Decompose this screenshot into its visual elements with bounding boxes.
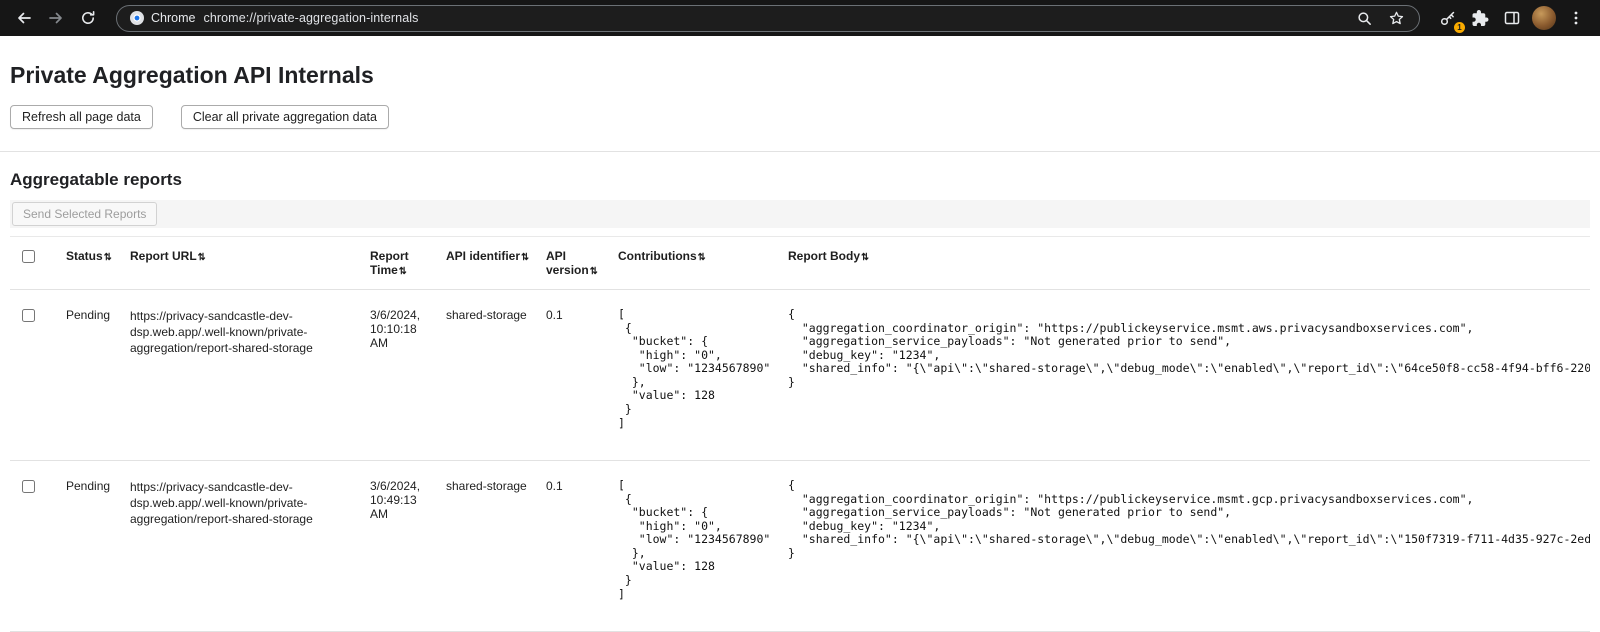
page-title: Private Aggregation API Internals (10, 62, 1590, 89)
profile-button[interactable] (1530, 4, 1558, 32)
site-chip-label: Chrome (151, 11, 195, 25)
page-content: Private Aggregation API Internals Refres… (0, 62, 1600, 632)
column-header-label: Report URL (130, 249, 197, 263)
column-header-report-body[interactable]: Report Body⇅ (780, 237, 1590, 290)
row-checkbox[interactable] (22, 309, 35, 322)
report-body-cell: { "aggregation_coordinator_origin": "htt… (780, 290, 1590, 461)
kebab-menu-icon (1567, 9, 1585, 27)
side-panel-icon (1503, 9, 1521, 27)
contributions-cell: [ { "bucket": { "high": "0", "low": "123… (610, 461, 780, 632)
report-url-cell: https://privacy-sandcastle-dev-dsp.web.a… (122, 290, 362, 461)
back-arrow-icon (15, 9, 33, 27)
table-row: Pending https://privacy-sandcastle-dev-d… (10, 290, 1590, 461)
column-header-report-url[interactable]: Report URL⇅ (122, 237, 362, 290)
magnifier-icon (1356, 10, 1373, 27)
report-body-cell: { "aggregation_coordinator_origin": "htt… (780, 461, 1590, 632)
chrome-logo-icon (129, 10, 145, 26)
page-actions: Refresh all page data Clear all private … (10, 105, 1590, 129)
api-identifier-cell: shared-storage (438, 290, 538, 461)
zoom-button[interactable] (1353, 7, 1375, 29)
sort-icon: ⇅ (198, 252, 206, 263)
avatar (1532, 6, 1556, 30)
divider (0, 151, 1600, 152)
star-icon (1388, 10, 1405, 27)
select-all-header (10, 237, 58, 290)
report-time-cell: 3/6/2024, 10:49:13 AM (362, 461, 438, 632)
column-header-contributions[interactable]: Contributions⇅ (610, 237, 780, 290)
column-header-api-version[interactable]: API version⇅ (538, 237, 610, 290)
report-time-cell: 3/6/2024, 10:10:18 AM (362, 290, 438, 461)
aggregatable-reports-table: Status⇅ Report URL⇅ Report Time⇅ API ide… (10, 236, 1590, 632)
forward-arrow-icon (47, 9, 65, 27)
row-checkbox[interactable] (22, 480, 35, 493)
sort-icon: ⇅ (861, 252, 869, 263)
column-header-label: Contributions (618, 249, 697, 263)
column-header-label: Status (66, 249, 103, 263)
contributions-json: [ { "bucket": { "high": "0", "low": "123… (618, 479, 772, 601)
column-header-label: API identifier (446, 249, 520, 263)
row-select-cell (10, 461, 58, 632)
reload-icon (79, 9, 97, 27)
status-cell: Pending (58, 290, 122, 461)
select-all-checkbox[interactable] (22, 250, 35, 263)
back-button[interactable] (10, 4, 38, 32)
table-header-row: Status⇅ Report URL⇅ Report Time⇅ API ide… (10, 237, 1590, 290)
column-header-api-identifier[interactable]: API identifier⇅ (438, 237, 538, 290)
forward-button[interactable] (42, 4, 70, 32)
status-cell: Pending (58, 461, 122, 632)
extensions-button[interactable] (1466, 4, 1494, 32)
address-bar[interactable]: Chrome chrome://private-aggregation-inte… (116, 5, 1420, 32)
send-selected-reports-button[interactable]: Send Selected Reports (12, 202, 157, 226)
column-header-label: Report Body (788, 249, 860, 263)
report-body-json: { "aggregation_coordinator_origin": "htt… (788, 479, 1582, 560)
site-chip[interactable]: Chrome (129, 10, 195, 26)
clear-all-button[interactable]: Clear all private aggregation data (181, 105, 389, 129)
column-header-label: API version (546, 249, 589, 277)
browser-menu-button[interactable] (1562, 4, 1590, 32)
report-body-json: { "aggregation_coordinator_origin": "htt… (788, 308, 1582, 389)
refresh-all-button[interactable]: Refresh all page data (10, 105, 153, 129)
column-header-report-time[interactable]: Report Time⇅ (362, 237, 438, 290)
reload-button[interactable] (74, 4, 102, 32)
api-version-cell: 0.1 (538, 461, 610, 632)
contributions-cell: [ { "bucket": { "high": "0", "low": "123… (610, 290, 780, 461)
sort-icon: ⇅ (399, 266, 407, 277)
password-manager-button[interactable]: 1 (1434, 4, 1462, 32)
column-header-status[interactable]: Status⇅ (58, 237, 122, 290)
url-text: chrome://private-aggregation-internals (203, 11, 1345, 25)
table-row: Pending https://privacy-sandcastle-dev-d… (10, 461, 1590, 632)
puzzle-icon (1472, 10, 1489, 27)
browser-toolbar: Chrome chrome://private-aggregation-inte… (0, 0, 1600, 36)
send-toolbar: Send Selected Reports (10, 200, 1590, 228)
api-identifier-cell: shared-storage (438, 461, 538, 632)
section-title: Aggregatable reports (10, 170, 1590, 190)
bookmark-button[interactable] (1385, 7, 1407, 29)
sort-icon: ⇅ (698, 252, 706, 263)
sort-icon: ⇅ (590, 266, 598, 277)
sort-icon: ⇅ (521, 252, 529, 263)
row-select-cell (10, 290, 58, 461)
report-url-cell: https://privacy-sandcastle-dev-dsp.web.a… (122, 461, 362, 632)
side-panel-button[interactable] (1498, 4, 1526, 32)
api-version-cell: 0.1 (538, 290, 610, 461)
notification-badge: 1 (1454, 22, 1465, 33)
sort-icon: ⇅ (104, 252, 112, 263)
contributions-json: [ { "bucket": { "high": "0", "low": "123… (618, 308, 772, 430)
